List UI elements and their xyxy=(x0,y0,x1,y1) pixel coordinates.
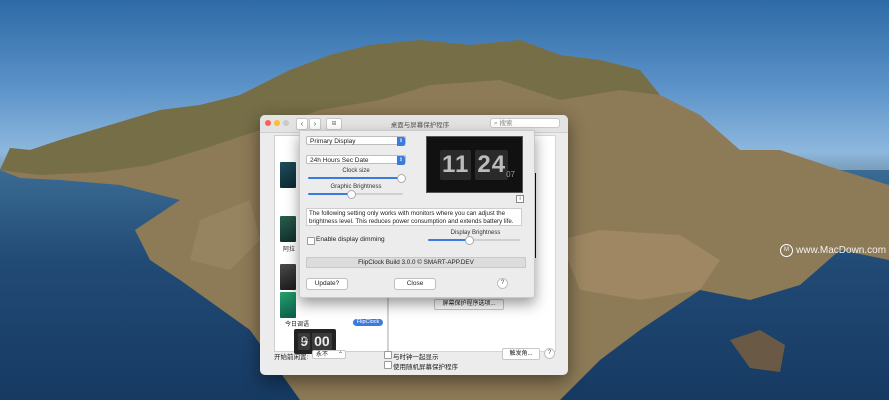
random-screensaver-label: 使用随机屏幕保护程序 xyxy=(393,364,458,371)
graphic-brightness-slider[interactable] xyxy=(308,190,403,199)
search-input[interactable]: ⌕ 搜索 xyxy=(490,118,560,128)
dimming-notice: The following setting only works with mo… xyxy=(306,208,522,226)
screensaver-thumb[interactable] xyxy=(280,292,296,318)
preview-seconds: 07 xyxy=(506,170,515,179)
watermark: M www.MacDown.com xyxy=(780,244,886,257)
update-button[interactable]: Update? xyxy=(306,278,348,290)
start-after-select[interactable]: 永不 ⌃ xyxy=(312,350,346,359)
hot-corners-button[interactable]: 触发角... xyxy=(502,348,540,360)
sheet-help-button[interactable]: ? xyxy=(497,278,508,289)
preview-minutes: 24 xyxy=(475,149,509,180)
window-title: 桌面与屏幕保护程序 xyxy=(390,122,450,129)
show-all-grid-icon[interactable]: ⊞ xyxy=(326,118,342,130)
screensaver-thumb[interactable] xyxy=(280,216,296,242)
show-clock-label: 与时钟一起显示 xyxy=(393,354,439,361)
slider-fill xyxy=(308,193,351,195)
zoom-window-icon[interactable] xyxy=(283,120,289,126)
info-icon[interactable]: i xyxy=(516,195,524,203)
slider-knob[interactable] xyxy=(465,236,475,245)
forward-button[interactable]: › xyxy=(309,118,321,130)
display-brightness-label: Display Brightness xyxy=(450,230,501,236)
clock-size-label: Clock size xyxy=(342,168,370,174)
watermark-text: www.MacDown.com xyxy=(796,245,887,256)
slider-knob[interactable] xyxy=(346,190,356,199)
clock-size-slider[interactable] xyxy=(308,174,407,183)
traffic-lights xyxy=(265,120,289,126)
screensaver-thumb[interactable] xyxy=(280,264,296,290)
display-brightness-slider[interactable] xyxy=(428,236,520,245)
start-after-label: 开始前闲置: xyxy=(274,354,309,361)
search-placeholder: 搜索 xyxy=(499,120,513,127)
slider-fill xyxy=(308,177,402,179)
back-button[interactable]: ‹ xyxy=(296,118,308,130)
screensaver-options-button[interactable]: 屏幕保护程序选项... xyxy=(434,299,504,310)
updown-icon: ⌃ xyxy=(337,352,343,358)
preview-hours: 11 xyxy=(440,149,472,180)
select-arrows-icon: ⇕ xyxy=(397,156,405,165)
show-clock-checkbox[interactable] xyxy=(384,351,392,359)
fliqlo-label: Fliqlo xyxy=(294,337,310,343)
help-button[interactable]: ? xyxy=(544,348,555,359)
start-after-value: 永不 xyxy=(316,352,329,358)
display-select[interactable]: Primary Display ⇕ xyxy=(306,136,406,146)
random-screensaver-checkbox[interactable] xyxy=(384,361,392,369)
screensaver-label: 今日调语 xyxy=(284,322,309,328)
flipclock-options-sheet: Primary Display ⇕ 24h Hours Sec Date ⇕ C… xyxy=(299,130,535,298)
bottom-bar: 开始前闲置: 永不 ⌃ 与时钟一起显示 使用随机屏幕保护程序 触发角... ? xyxy=(260,348,568,375)
flipclock-preview: 11 24 07 xyxy=(426,136,523,193)
select-arrows-icon: ⇕ xyxy=(397,137,405,146)
minimize-window-icon[interactable] xyxy=(274,120,280,126)
slider-knob[interactable] xyxy=(397,174,407,183)
enable-dimming-label: Enable display dimming xyxy=(316,236,385,243)
screensaver-label-selected[interactable]: FlipClock xyxy=(353,319,383,326)
slider-fill xyxy=(428,239,470,241)
graphic-brightness-label: Graphic Brightness xyxy=(330,184,382,190)
screensaver-label: 阿拉 xyxy=(282,247,295,253)
display-select-value: Primary Display xyxy=(310,138,356,145)
enable-dimming-checkbox[interactable] xyxy=(307,237,315,245)
build-info: FlipClock Build 3.0.0 © SMART-APP.DEV xyxy=(306,257,526,268)
close-button[interactable]: Close xyxy=(394,278,436,290)
format-select[interactable]: 24h Hours Sec Date ⇕ xyxy=(306,155,406,165)
macdown-logo: M xyxy=(780,244,793,257)
screensaver-thumb[interactable] xyxy=(280,162,296,188)
format-select-value: 24h Hours Sec Date xyxy=(310,157,369,164)
close-window-icon[interactable] xyxy=(265,120,271,126)
